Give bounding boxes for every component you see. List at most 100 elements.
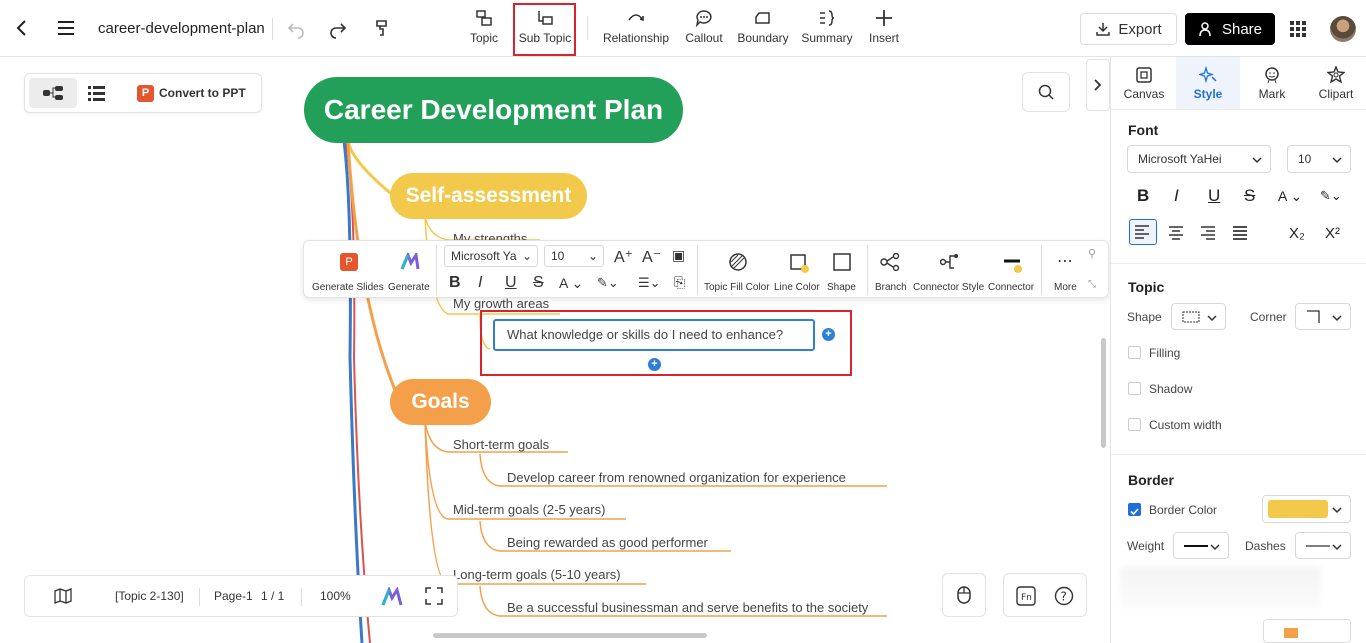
clear-format-icon[interactable]: ▣ [672, 247, 685, 264]
generate-slides-button[interactable]: Generate Slides [312, 282, 384, 293]
border-color-dropdown[interactable] [1262, 495, 1351, 523]
topic-fill-color-button[interactable]: Topic Fill Color [704, 282, 770, 293]
collapse-panel-button[interactable] [1086, 59, 1110, 111]
highlight-icon[interactable]: ✎⌄ [1320, 188, 1342, 204]
zoom-level[interactable]: 100% [320, 589, 351, 603]
format-painter-icon[interactable] [370, 16, 394, 40]
generate-button[interactable]: Generate [388, 282, 430, 293]
share-button[interactable]: Share [1185, 13, 1275, 45]
bold-icon[interactable]: B [449, 274, 461, 292]
outline-view-button[interactable] [87, 83, 111, 103]
connector-style-icon[interactable] [939, 253, 960, 276]
custom-width-checkbox[interactable] [1128, 418, 1141, 431]
back-arrow-icon[interactable] [10, 16, 34, 40]
tab-mark[interactable]: Mark [1240, 57, 1304, 109]
avatar[interactable] [1330, 16, 1356, 42]
subtopic-long-term[interactable]: Long-term goals (5-10 years) [453, 567, 621, 582]
dashes-dropdown[interactable] [1295, 532, 1351, 559]
align-justify-icon[interactable] [1228, 221, 1252, 248]
decrease-font-icon[interactable]: A⁻ [642, 247, 661, 267]
shadow-checkbox[interactable] [1128, 382, 1141, 395]
callout-tool[interactable]: Callout [683, 8, 725, 45]
branch-icon[interactable] [880, 252, 900, 276]
tab-clipart[interactable]: Clipart [1304, 57, 1366, 109]
map-icon[interactable] [53, 587, 73, 608]
text-color-icon[interactable]: A ⌄ [559, 275, 583, 292]
selected-subtopic[interactable]: What knowledge or skills do I need to en… [493, 319, 815, 351]
apps-grid-icon[interactable] [1289, 20, 1307, 38]
export-button[interactable]: Export [1080, 13, 1177, 45]
vertical-scrollbar[interactable] [1101, 338, 1106, 448]
connector-icon[interactable] [1003, 257, 1023, 278]
redo-icon[interactable] [326, 17, 350, 41]
font-size-select[interactable]: 10 ⌄ [544, 245, 604, 267]
collapse-toolbar-icon[interactable]: ⤡ [1088, 279, 1096, 290]
more-button[interactable]: More [1054, 282, 1077, 293]
highlight-icon[interactable]: ✎⌄ [597, 275, 619, 291]
add-child-icon[interactable]: + [648, 358, 661, 371]
align-right-icon[interactable] [1196, 221, 1220, 248]
align-center-icon[interactable] [1164, 221, 1188, 248]
strikethrough-icon[interactable]: S [533, 274, 544, 292]
insert-tool[interactable]: Insert [866, 8, 902, 45]
relationship-tool[interactable]: Relationship [600, 8, 672, 45]
italic-icon[interactable]: I [1174, 186, 1179, 206]
page-label[interactable]: Page-1 [214, 589, 253, 603]
subtopic-mid-term-detail[interactable]: Being rewarded as good performer [507, 535, 708, 550]
italic-icon[interactable]: I [478, 274, 482, 292]
weight-dropdown[interactable] [1173, 532, 1229, 559]
topic-goals[interactable]: Goals [390, 379, 491, 425]
root-topic[interactable]: Career Development Plan [304, 77, 683, 143]
line-color-icon[interactable] [788, 252, 810, 279]
increase-font-icon[interactable]: A⁺ [614, 247, 633, 267]
shape-button[interactable]: Shape [827, 282, 856, 293]
subtopic-short-term-detail[interactable]: Develop career from renowned organizatio… [507, 470, 846, 485]
menu-icon[interactable] [54, 16, 78, 40]
subtopic-short-term[interactable]: Short-term goals [453, 437, 549, 452]
boundary-tool[interactable]: Boundary [737, 8, 789, 45]
font-family-dropdown[interactable]: Microsoft YaHei [1127, 145, 1271, 173]
corner-dropdown[interactable] [1295, 303, 1351, 330]
ai-generate-icon[interactable] [400, 250, 420, 276]
format-painter-icon[interactable]: ⎘ [674, 274, 685, 291]
font-size-dropdown[interactable]: 10 [1287, 145, 1351, 173]
summary-tool[interactable]: Summary [800, 8, 854, 45]
shape-icon[interactable] [833, 253, 851, 276]
text-color-icon[interactable]: A ⌄ [1278, 188, 1302, 205]
add-sibling-icon[interactable]: + [822, 328, 835, 341]
underline-icon[interactable]: U [1208, 186, 1220, 206]
superscript-icon[interactable]: X² [1325, 225, 1340, 242]
convert-to-ppt-button[interactable]: P Convert to PPT [137, 74, 246, 112]
bold-icon[interactable]: B [1137, 186, 1149, 206]
subtopic-mid-term[interactable]: Mid-term goals (2-5 years) [453, 502, 605, 517]
connector-style-button[interactable]: Connector Style [913, 282, 984, 293]
ai-assistant-icon[interactable] [381, 585, 403, 610]
list-style-icon[interactable]: ☰⌄ [638, 275, 661, 291]
border-color-checkbox[interactable] [1128, 503, 1141, 516]
fullscreen-icon[interactable] [425, 587, 443, 608]
generate-slides-icon[interactable]: P [340, 253, 358, 271]
topic-tool[interactable]: Topic [466, 8, 502, 45]
line-color-button[interactable]: Line Color [774, 282, 820, 293]
topic-self-assessment[interactable]: Self-assessment [390, 173, 587, 219]
subscript-icon[interactable]: X₂ [1289, 225, 1305, 242]
font-family-select[interactable]: Microsoft Ya ⌄ [444, 245, 538, 267]
branch-button[interactable]: Branch [875, 282, 907, 293]
underline-icon[interactable]: U [505, 274, 517, 292]
undo-icon[interactable] [284, 17, 308, 41]
mindmap-canvas[interactable]: P Convert to PPT Career Development Plan… [0, 57, 1110, 643]
filling-checkbox[interactable] [1128, 346, 1141, 359]
subtopic-long-term-detail[interactable]: Be a successful businessman and serve be… [507, 600, 868, 615]
connector-button[interactable]: Connector [988, 282, 1034, 293]
pin-icon[interactable]: ⚲ [1088, 247, 1096, 260]
subtopic-growth-areas[interactable]: My growth areas [453, 296, 549, 311]
mouse-mode-button[interactable] [942, 573, 986, 617]
formula-icon[interactable]: Fn [1016, 586, 1036, 611]
more-icon[interactable]: ⋯ [1057, 251, 1073, 271]
help-icon[interactable]: ? [1054, 586, 1074, 611]
mindmap-view-button[interactable] [29, 78, 77, 108]
shape-dropdown[interactable] [1171, 303, 1226, 330]
align-left-button[interactable] [1129, 219, 1157, 245]
tab-canvas[interactable]: Canvas [1112, 57, 1176, 109]
file-name[interactable]: career-development-plan [98, 20, 265, 37]
